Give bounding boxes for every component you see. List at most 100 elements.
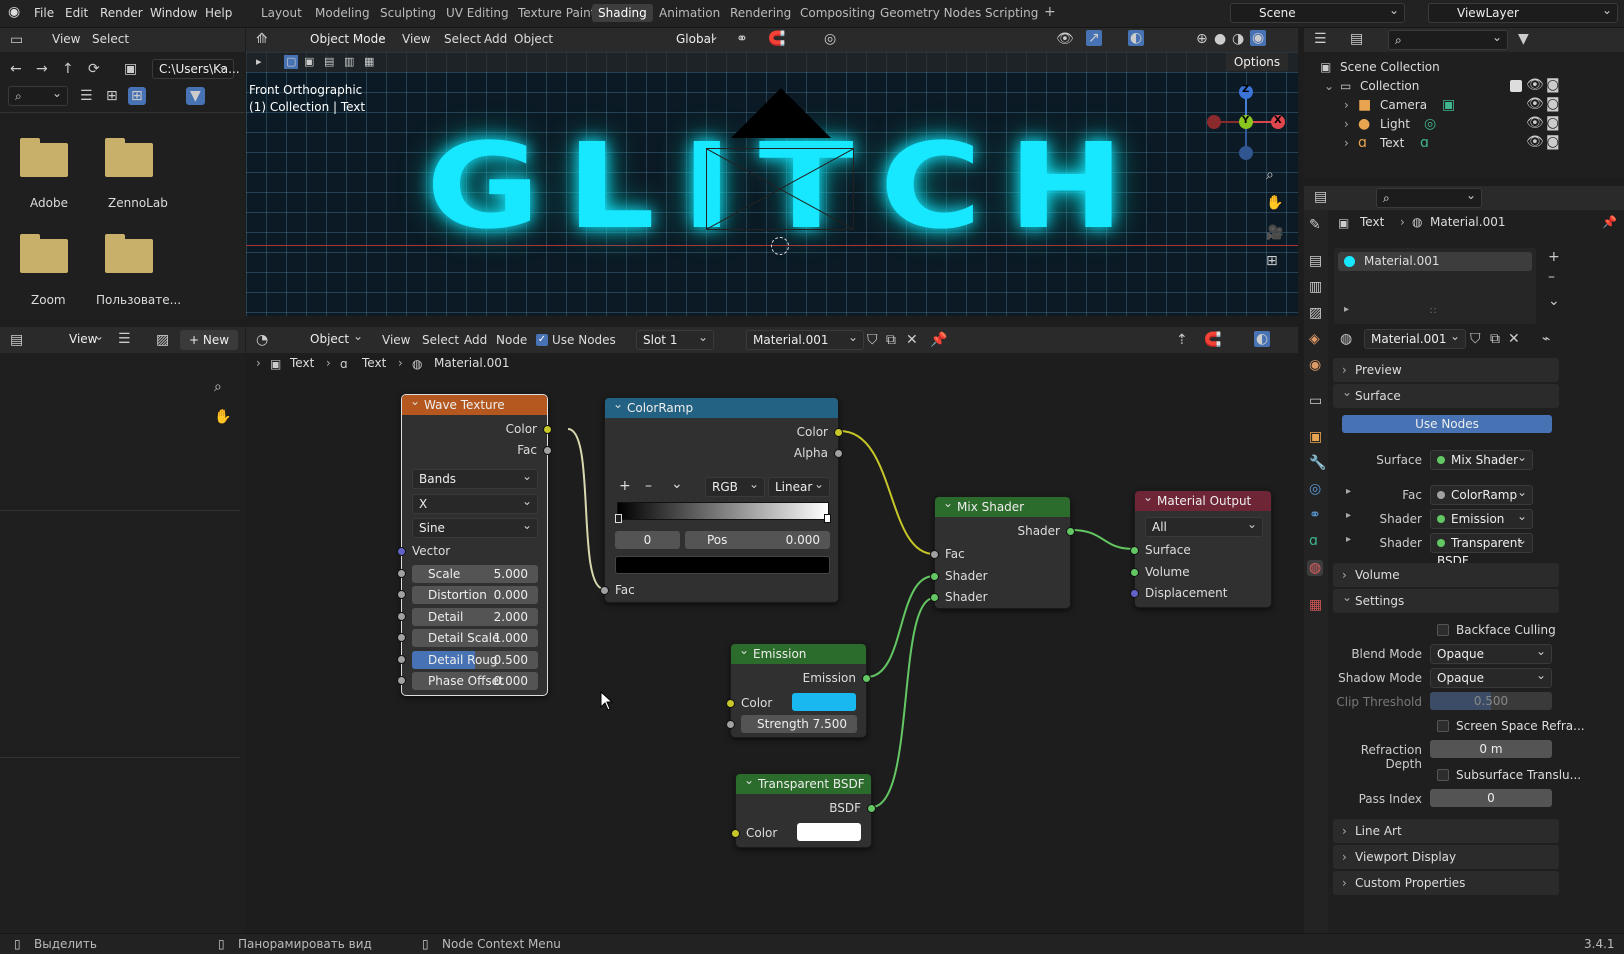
color-mode-dropdown[interactable]: RGB [705, 475, 765, 497]
view-layer-selector[interactable]: ViewLayer [1428, 1, 1618, 23]
tab-animation[interactable]: Animation [659, 6, 720, 20]
object-tab-icon[interactable]: ▣ [1309, 430, 1322, 444]
section-viewport-display[interactable]: Viewport Display [1333, 845, 1559, 869]
snap-icon[interactable]: 🧲 [768, 32, 785, 46]
menu-edit[interactable]: Edit [65, 6, 88, 20]
resize-handle[interactable]: ∷ [1430, 306, 1436, 317]
node-colorramp[interactable]: ColorRamp Color Alpha + – ⌄ RGB Linear 0… [600, 394, 843, 603]
material-shading-icon[interactable]: ◑ [1232, 32, 1244, 46]
gizmo-toggle-icon[interactable]: ↗ [1086, 30, 1102, 46]
tab-sculpting[interactable]: Sculpting [380, 6, 436, 20]
blend-mode-dropdown[interactable]: Opaque [1430, 642, 1552, 664]
output-socket[interactable] [862, 674, 871, 683]
view-dropdown[interactable]: View [45, 327, 109, 350]
tab-compositing[interactable]: Compositing [800, 6, 875, 20]
folder-zennolab[interactable] [105, 138, 153, 178]
properties-search-input[interactable]: ⌕ [1376, 186, 1482, 208]
stop-color-swatch[interactable] [615, 556, 830, 574]
shader2-link-field[interactable]: Transparent BSDF [1430, 531, 1533, 568]
strength-field[interactable]: Strength 7.500 [741, 715, 857, 733]
vp-menu-select[interactable]: Select [444, 32, 481, 46]
refresh-icon[interactable]: ⟳ [88, 62, 100, 76]
tool-tab-icon[interactable]: ✎ [1309, 218, 1321, 232]
material-tab-icon[interactable]: ◍ [1307, 560, 1324, 576]
render-camera-icon[interactable]: ◙ [1546, 97, 1560, 111]
tab-modeling[interactable]: Modeling [315, 6, 370, 20]
chevron-down-icon[interactable]: ⌄ [1324, 79, 1334, 93]
solid-shading-icon[interactable]: ● [1214, 32, 1226, 46]
wave-type-dropdown[interactable]: Bands [412, 467, 538, 489]
detail-scale-field[interactable]: Detail Scale 1.000 [412, 629, 538, 647]
zoom-icon[interactable]: ⌕ [214, 380, 222, 394]
3d-cursor-icon[interactable] [771, 237, 789, 255]
filter-icon[interactable]: ▼ [186, 87, 205, 105]
editor-type-icon[interactable]: ⟰ [256, 32, 268, 46]
scene-collection-label[interactable]: Scene Collection [1340, 60, 1440, 74]
tab-rendering[interactable]: Rendering [730, 6, 791, 20]
input-socket[interactable] [600, 586, 609, 595]
section-custom-properties[interactable]: Custom Properties [1333, 871, 1559, 895]
image-browse-icon[interactable]: ▨ [156, 333, 169, 347]
tab-geometry-nodes[interactable]: Geometry Nodes [880, 6, 981, 20]
input-socket[interactable] [397, 590, 406, 599]
physics-tab-icon[interactable]: ◎ [1309, 482, 1321, 496]
camera-frame[interactable] [706, 148, 854, 230]
input-socket[interactable] [930, 550, 939, 559]
add-stop-button[interactable]: + [619, 478, 631, 494]
viewport-3d[interactable]: ⟰ Object Mode View Select Add Object Glo… [246, 27, 1298, 316]
output-socket[interactable] [834, 428, 843, 437]
zoom-icon[interactable]: ⌕ [1266, 168, 1274, 182]
output-target-dropdown[interactable]: All [1145, 515, 1263, 537]
options-button[interactable]: Options [1226, 53, 1288, 71]
section-volume[interactable]: Volume [1333, 563, 1559, 587]
pan-hand-icon[interactable]: ✋ [214, 410, 231, 424]
eye-icon[interactable]: 👁 [1526, 97, 1544, 111]
scale-field[interactable]: Scale 5.000 [412, 565, 538, 583]
pin-icon[interactable]: 📌 [1602, 215, 1617, 229]
select-subtract-icon[interactable]: ▤ [324, 55, 334, 69]
clip-threshold-slider[interactable]: 0.500 [1430, 692, 1552, 710]
display-mode-icon[interactable]: ▤ [1350, 32, 1363, 46]
tab-scripting[interactable]: Scripting [985, 6, 1038, 20]
thumb-small-icon[interactable]: ⊞ [106, 89, 118, 103]
visibility-icon[interactable]: 👁 [1056, 32, 1074, 46]
distortion-field[interactable]: Distortion 0.000 [412, 586, 538, 604]
pass-index-field[interactable]: 0 [1430, 789, 1552, 807]
material-browse-icon[interactable]: ◍ [1340, 332, 1352, 346]
filter-icon[interactable]: ▼ [1518, 32, 1529, 46]
text-data-icon[interactable]: ɑ [1420, 136, 1429, 150]
sss-checkbox[interactable] [1437, 769, 1449, 781]
output-socket[interactable] [543, 425, 552, 434]
new-image-button[interactable]: + New [180, 330, 238, 350]
section-line-art[interactable]: Line Art [1333, 819, 1559, 843]
input-socket[interactable] [1130, 568, 1139, 577]
menu-help[interactable]: Help [205, 6, 232, 20]
node-wave-texture[interactable]: Wave Texture Color Fac Bands X Sine Vect… [397, 391, 552, 696]
output-socket[interactable] [543, 446, 552, 455]
node-header[interactable]: Emission [731, 640, 866, 664]
vp-menu-object[interactable]: Object [514, 32, 553, 46]
refraction-depth-field[interactable]: 0 m [1430, 740, 1552, 758]
add-workspace-icon[interactable]: + [1044, 4, 1056, 20]
render-camera-icon[interactable]: ◙ [1546, 116, 1560, 130]
pivot-icon[interactable]: ⚭ [736, 32, 748, 46]
node-header[interactable]: Material Output [1135, 487, 1271, 511]
browse-type-icon[interactable]: ⌁ [1542, 332, 1550, 346]
select-invert-icon[interactable]: ▥ [344, 55, 354, 69]
scene-selector[interactable]: Scene [1230, 1, 1405, 23]
mode-dropdown[interactable]: Object Mode [286, 27, 392, 50]
node-header[interactable]: ColorRamp [605, 394, 838, 418]
scene-tab-icon[interactable]: ◈ [1309, 332, 1320, 346]
chevron-down-icon[interactable]: ⌄ [671, 476, 683, 492]
fb-menu-select[interactable]: Select [92, 32, 129, 46]
section-settings[interactable]: Settings [1333, 585, 1559, 613]
menu-window[interactable]: Window [150, 6, 197, 20]
section-surface[interactable]: Surface [1333, 380, 1559, 408]
view-layer-tab-icon[interactable]: ▨ [1309, 306, 1322, 320]
editor-type-icon[interactable]: ☰ [1314, 32, 1327, 46]
input-socket[interactable] [1130, 546, 1139, 555]
wave-profile-dropdown[interactable]: Sine [412, 516, 538, 538]
stop-index-field[interactable]: 0 [615, 531, 680, 549]
wireframe-shading-icon[interactable]: ⊕ [1196, 32, 1208, 46]
detail-roughness-slider[interactable]: Detail Roug 0.500 [412, 651, 538, 669]
